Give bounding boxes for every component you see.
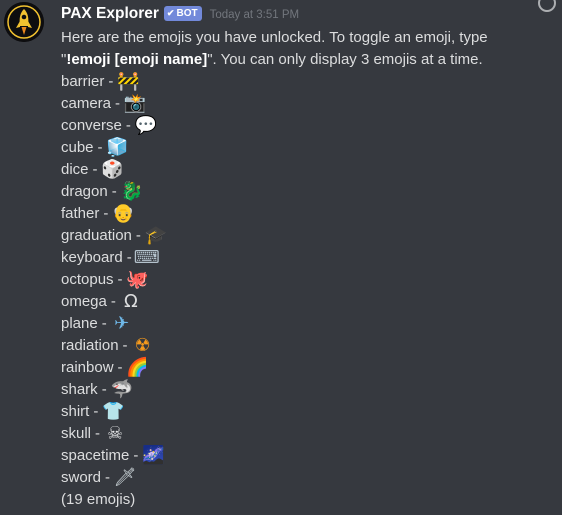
intro-text: Here are the emojis you have unlocked. T… — [61, 27, 541, 71]
emoji-list-item: shirt - 👕 — [61, 401, 541, 423]
emoji-list-item: shark - 🦈 — [61, 379, 541, 401]
rocket-logo-icon — [4, 2, 44, 42]
reaction-icon[interactable] — [538, 0, 556, 12]
intro-command: !emoji [emoji name] — [66, 51, 208, 68]
emoji-name: dragon — [61, 183, 108, 200]
camera-flash-icon[interactable]: 📸 — [124, 93, 146, 115]
emoji-name: omega — [61, 293, 107, 310]
emoji-list-item: sword - 🗡 — [61, 467, 541, 489]
dragon-icon[interactable]: 🐉 — [121, 181, 143, 203]
emoji-name: octopus — [61, 271, 114, 288]
ice-cube-icon[interactable]: 🧊 — [106, 137, 128, 159]
emoji-separator: - — [133, 447, 139, 464]
emoji-separator: - — [93, 403, 99, 420]
emoji-name: shark — [61, 381, 98, 398]
old-man-icon[interactable]: 👴 — [112, 203, 134, 225]
emoji-separator: - — [117, 359, 123, 376]
emoji-name: skull — [61, 425, 92, 442]
timestamp[interactable]: Today at 3:51 PM — [210, 9, 300, 21]
username[interactable]: PAX Explorer — [61, 5, 159, 23]
speech-balloon-icon[interactable]: 💬 — [135, 115, 157, 137]
rainbow-icon[interactable]: 🌈 — [126, 357, 148, 379]
emoji-separator: - — [110, 293, 116, 310]
emoji-list-item: octopus - 🐙 — [61, 269, 541, 291]
game-die-icon[interactable]: 🎲 — [101, 159, 123, 181]
emoji-name: plane — [61, 315, 98, 332]
emoji-list-item: father - 👴 — [61, 203, 541, 225]
emoji-separator: - — [125, 117, 131, 134]
emoji-count: (19 emojis) — [61, 491, 136, 508]
emoji-list-item: spacetime - 🌌 — [61, 445, 541, 467]
keyboard-icon[interactable]: ⌨ — [134, 247, 160, 269]
emoji-name: graduation — [61, 227, 132, 244]
emoji-name: shirt — [61, 403, 90, 420]
emoji-list-item: omega - Ω — [61, 291, 541, 313]
message-header: PAX Explorer ✔ BOT Today at 3:51 PM — [61, 4, 299, 24]
emoji-list-item: dragon - 🐉 — [61, 181, 541, 203]
emoji-list-item: keyboard - ⌨ — [61, 247, 541, 269]
emoji-list-item: converse - 💬 — [61, 115, 541, 137]
bot-avatar[interactable] — [4, 2, 44, 42]
emoji-separator: - — [135, 227, 141, 244]
emoji-name: spacetime — [61, 447, 130, 464]
chat-message: PAX Explorer ✔ BOT Today at 3:51 PM Here… — [0, 0, 562, 515]
bot-badge: ✔ BOT — [163, 5, 202, 21]
emoji-separator: - — [97, 139, 103, 156]
emoji-separator: - — [105, 469, 111, 486]
emoji-list-item: camera - 📸 — [61, 93, 541, 115]
octopus-icon[interactable]: 🐙 — [126, 269, 148, 291]
emoji-separator: - — [103, 205, 109, 222]
emoji-list-item: dice - 🎲 — [61, 159, 541, 181]
emoji-name: converse — [61, 117, 122, 134]
emoji-separator: - — [92, 161, 98, 178]
emoji-list-item: skull - ☠ — [61, 423, 541, 445]
emoji-separator: - — [108, 73, 114, 90]
emoji-list-item: graduation - 🎓 — [61, 225, 541, 247]
emoji-separator: - — [101, 315, 107, 332]
emoji-list: barrier - 🚧 camera - 📸 converse - 💬 cube - 🧊 dice - 🎲 d… — [61, 71, 541, 489]
emoji-name: camera — [61, 95, 112, 112]
emoji-name: dice — [61, 161, 89, 178]
emoji-name: radiation — [61, 337, 119, 354]
graduation-cap-icon[interactable]: 🎓 — [145, 225, 167, 247]
emoji-separator: - — [111, 183, 117, 200]
airplane-icon[interactable]: ✈ — [111, 313, 133, 335]
emoji-name: rainbow — [61, 359, 114, 376]
emoji-name: keyboard — [61, 249, 123, 266]
emoji-name: sword — [61, 469, 102, 486]
emoji-separator: - — [115, 95, 121, 112]
emoji-list-item: barrier - 🚧 — [61, 71, 541, 93]
emoji-name: cube — [61, 139, 94, 156]
emoji-separator: - — [101, 381, 107, 398]
construction-barrier-icon[interactable]: 🚧 — [117, 71, 139, 93]
emoji-list-item: rainbow - 🌈 — [61, 357, 541, 379]
emoji-separator: - — [117, 271, 123, 288]
milky-way-icon[interactable]: 🌌 — [142, 445, 164, 467]
emoji-list-item: cube - 🧊 — [61, 137, 541, 159]
message-content: Here are the emojis you have unlocked. T… — [61, 27, 541, 511]
omega-icon[interactable]: Ω — [120, 291, 142, 313]
dagger-icon[interactable]: 🗡 — [114, 467, 137, 489]
radioactive-icon[interactable]: ☢ — [132, 335, 154, 357]
emoji-list-item: plane - ✈ — [61, 313, 541, 335]
intro-part2: ". You can only display 3 emojis at a ti… — [207, 51, 483, 68]
emoji-separator: - — [95, 425, 101, 442]
emoji-name: father — [61, 205, 100, 222]
emoji-name: barrier — [61, 73, 105, 90]
skull-crossbones-icon[interactable]: ☠ — [104, 423, 126, 445]
verified-check-icon: ✔ — [166, 7, 175, 18]
t-shirt-icon[interactable]: 👕 — [102, 401, 124, 423]
emoji-separator: - — [122, 337, 128, 354]
shark-icon[interactable]: 🦈 — [110, 379, 132, 401]
emoji-list-item: radiation - ☢ — [61, 335, 541, 357]
emoji-separator: - — [126, 249, 132, 266]
bot-badge-label: BOT — [176, 7, 198, 19]
